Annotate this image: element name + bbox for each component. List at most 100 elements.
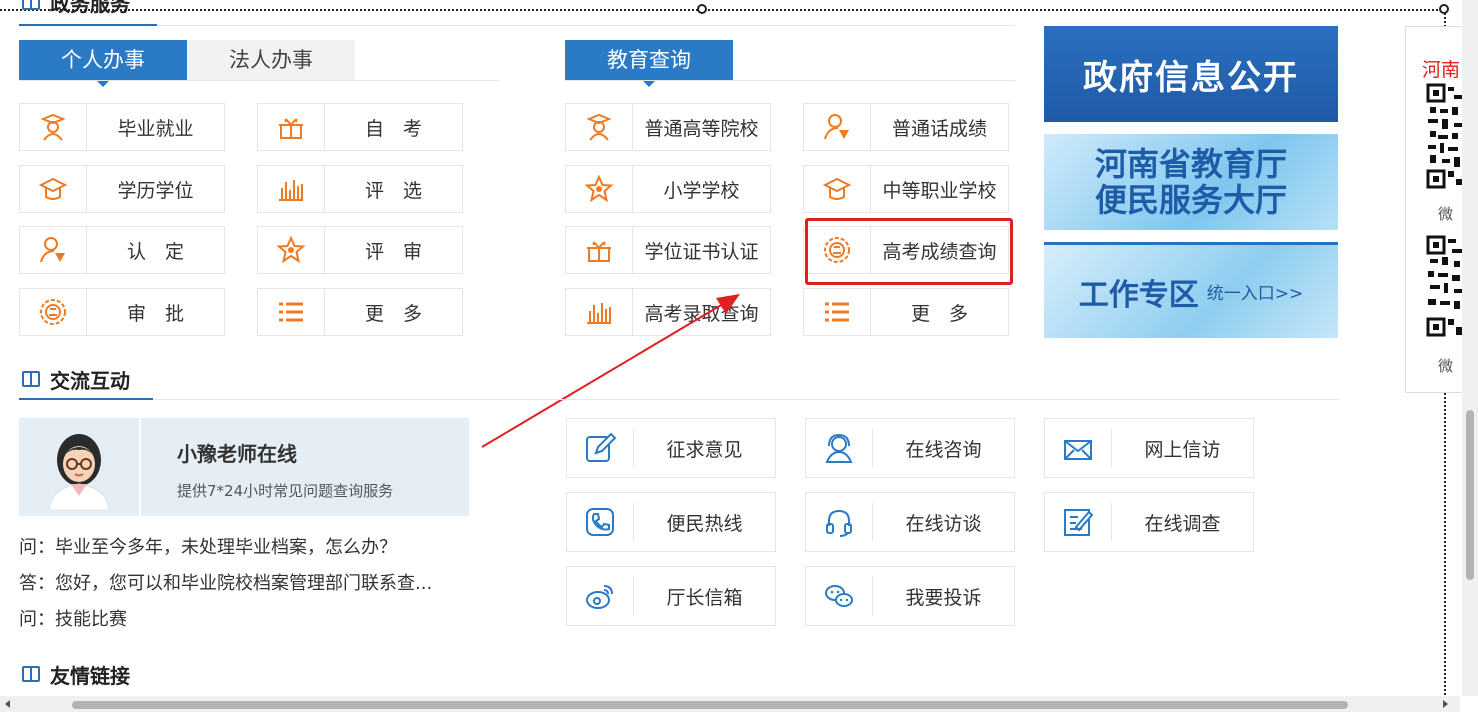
banner-service-hall[interactable]: 河南省教育厅 便民服务大厅 — [1044, 134, 1338, 230]
survey-icon — [1064, 509, 1094, 536]
weibo-icon — [586, 585, 613, 609]
tile-label: 在线访谈 — [905, 512, 982, 535]
tile-label: 评 选 — [364, 179, 422, 202]
phone-icon — [586, 508, 614, 536]
edit-icon — [586, 432, 616, 462]
tile-degree-certificate[interactable]: 学位证书认证 — [565, 226, 771, 274]
tab-legal[interactable]: 法人办事 — [187, 40, 355, 80]
cap-icon — [822, 177, 852, 200]
banner-text: 河南省教育厅 — [1094, 145, 1287, 183]
divider — [157, 25, 1015, 26]
book-icon — [22, 0, 40, 10]
scrollbar-thumb[interactable] — [72, 701, 1348, 709]
qa-item[interactable]: 问：技能比赛 — [19, 605, 127, 631]
tile-label: 小学学校 — [663, 179, 740, 202]
tile-more-personal[interactable]: 更 多 — [257, 288, 463, 336]
selection-handle[interactable] — [697, 4, 707, 14]
tile-label: 自 考 — [364, 117, 422, 140]
banner-text: 政府信息公开 — [1083, 57, 1299, 98]
headset-icon — [826, 509, 852, 537]
tile-vocational-schools[interactable]: 中等职业学校 — [803, 165, 1009, 213]
gift-icon — [279, 118, 303, 139]
tile-label: 在线调查 — [1144, 512, 1221, 535]
tile-more-education[interactable]: 更 多 — [803, 288, 1009, 336]
tile-primary-schools[interactable]: 小学学校 — [565, 165, 771, 213]
tile-certify[interactable]: 认 定 — [19, 226, 225, 274]
book-icon — [22, 666, 40, 682]
tile-complaint[interactable]: 我要投诉 — [805, 566, 1015, 626]
star-icon — [584, 174, 614, 203]
section-underline — [19, 24, 157, 26]
person-badge-icon — [824, 114, 849, 140]
tile-label: 学历学位 — [117, 179, 194, 202]
tile-label: 毕业就业 — [117, 117, 194, 140]
mail-icon — [1064, 440, 1092, 460]
scroll-left-icon[interactable] — [3, 699, 13, 709]
approval-icon — [40, 299, 66, 325]
scroll-right-icon[interactable] — [1440, 699, 1450, 709]
qa-item[interactable]: 答：您好，您可以和毕业院校档案管理部门联系查... — [19, 569, 432, 595]
divider — [153, 399, 1339, 400]
avatar — [48, 434, 110, 510]
tile-label: 评 审 — [364, 240, 422, 263]
qa-item[interactable]: 问：毕业至今多年，未处理毕业档案，怎么办？ — [19, 533, 397, 559]
person-badge-icon — [40, 237, 65, 263]
graduate-icon — [586, 113, 612, 141]
tile-director-mailbox[interactable]: 厅长信箱 — [566, 566, 776, 626]
assistant-desc: 提供7*24小时常见问题查询服务 — [177, 482, 394, 500]
tab-education[interactable]: 教育查询 — [565, 40, 733, 87]
tile-selection[interactable]: 评 选 — [257, 165, 463, 213]
tile-label: 征求意见 — [666, 438, 743, 461]
tile-solicit-opinions[interactable]: 征求意见 — [566, 418, 776, 478]
tile-degree[interactable]: 学历学位 — [19, 165, 225, 213]
highlight-box — [805, 218, 1013, 285]
horizontal-scrollbar[interactable] — [0, 696, 1460, 712]
section-title-gov: 政务服务 — [22, 0, 130, 14]
tile-approval[interactable]: 审 批 — [19, 288, 225, 336]
tile-label: 便民热线 — [666, 512, 743, 535]
tile-self-exam[interactable]: 自 考 — [257, 103, 463, 151]
tile-label: 在线咨询 — [905, 438, 982, 461]
divider — [565, 80, 1015, 81]
qr-sidebar: 河南 微 微 — [1405, 26, 1467, 393]
qr-caption: 微 — [1438, 205, 1454, 223]
vertical-scrollbar[interactable] — [1462, 0, 1478, 696]
wechat-icon — [825, 585, 853, 607]
tile-label: 厅长信箱 — [666, 586, 743, 609]
scrollbar-thumb[interactable] — [1466, 410, 1474, 580]
tile-online-consult[interactable]: 在线咨询 — [805, 418, 1015, 478]
cap-icon — [38, 177, 68, 200]
section-title-links: 友情链接 — [22, 661, 130, 688]
selection-handle[interactable] — [1439, 4, 1449, 14]
tile-online-survey[interactable]: 在线调查 — [1044, 492, 1254, 552]
banner-text: 便民服务大厅 — [1094, 181, 1287, 219]
tile-label: 更 多 — [364, 302, 422, 325]
list-icon — [279, 302, 303, 322]
gift-icon — [587, 241, 611, 262]
banner-text: 工作专区 — [1078, 277, 1199, 313]
headset-person-icon — [825, 433, 853, 463]
section-title-interaction: 交流互动 — [22, 366, 130, 393]
tile-mandarin-score[interactable]: 普通话成绩 — [803, 103, 1009, 151]
banner-subtext: 统一入口>> — [1206, 284, 1304, 304]
section-underline — [19, 398, 153, 400]
tile-online-interview[interactable]: 在线访谈 — [805, 492, 1015, 552]
tile-label: 更 多 — [910, 302, 968, 325]
tile-universities[interactable]: 普通高等院校 — [565, 103, 771, 151]
bar-chart-icon — [279, 180, 303, 201]
banner-work-zone[interactable]: 工作专区 统一入口>> — [1044, 242, 1338, 338]
tile-review[interactable]: 评 审 — [257, 226, 463, 274]
assistant-name: 小豫老师在线 — [177, 442, 297, 466]
banner-gov-info[interactable]: 政府信息公开 — [1044, 26, 1338, 122]
divider — [19, 80, 499, 81]
tile-label: 普通高等院校 — [644, 117, 759, 140]
tab-personal[interactable]: 个人办事 — [19, 40, 187, 87]
assistant-card[interactable]: 小豫老师在线 提供7*24小时常见问题查询服务 — [19, 418, 469, 516]
tile-graduation[interactable]: 毕业就业 — [19, 103, 225, 151]
tile-label: 中等职业学校 — [882, 179, 997, 202]
tile-label: 学位证书认证 — [644, 240, 759, 263]
tile-hotline[interactable]: 便民热线 — [566, 492, 776, 552]
qr-heading: 河南 — [1422, 59, 1461, 81]
tile-label: 普通话成绩 — [891, 117, 987, 140]
tile-online-petition[interactable]: 网上信访 — [1044, 418, 1254, 478]
